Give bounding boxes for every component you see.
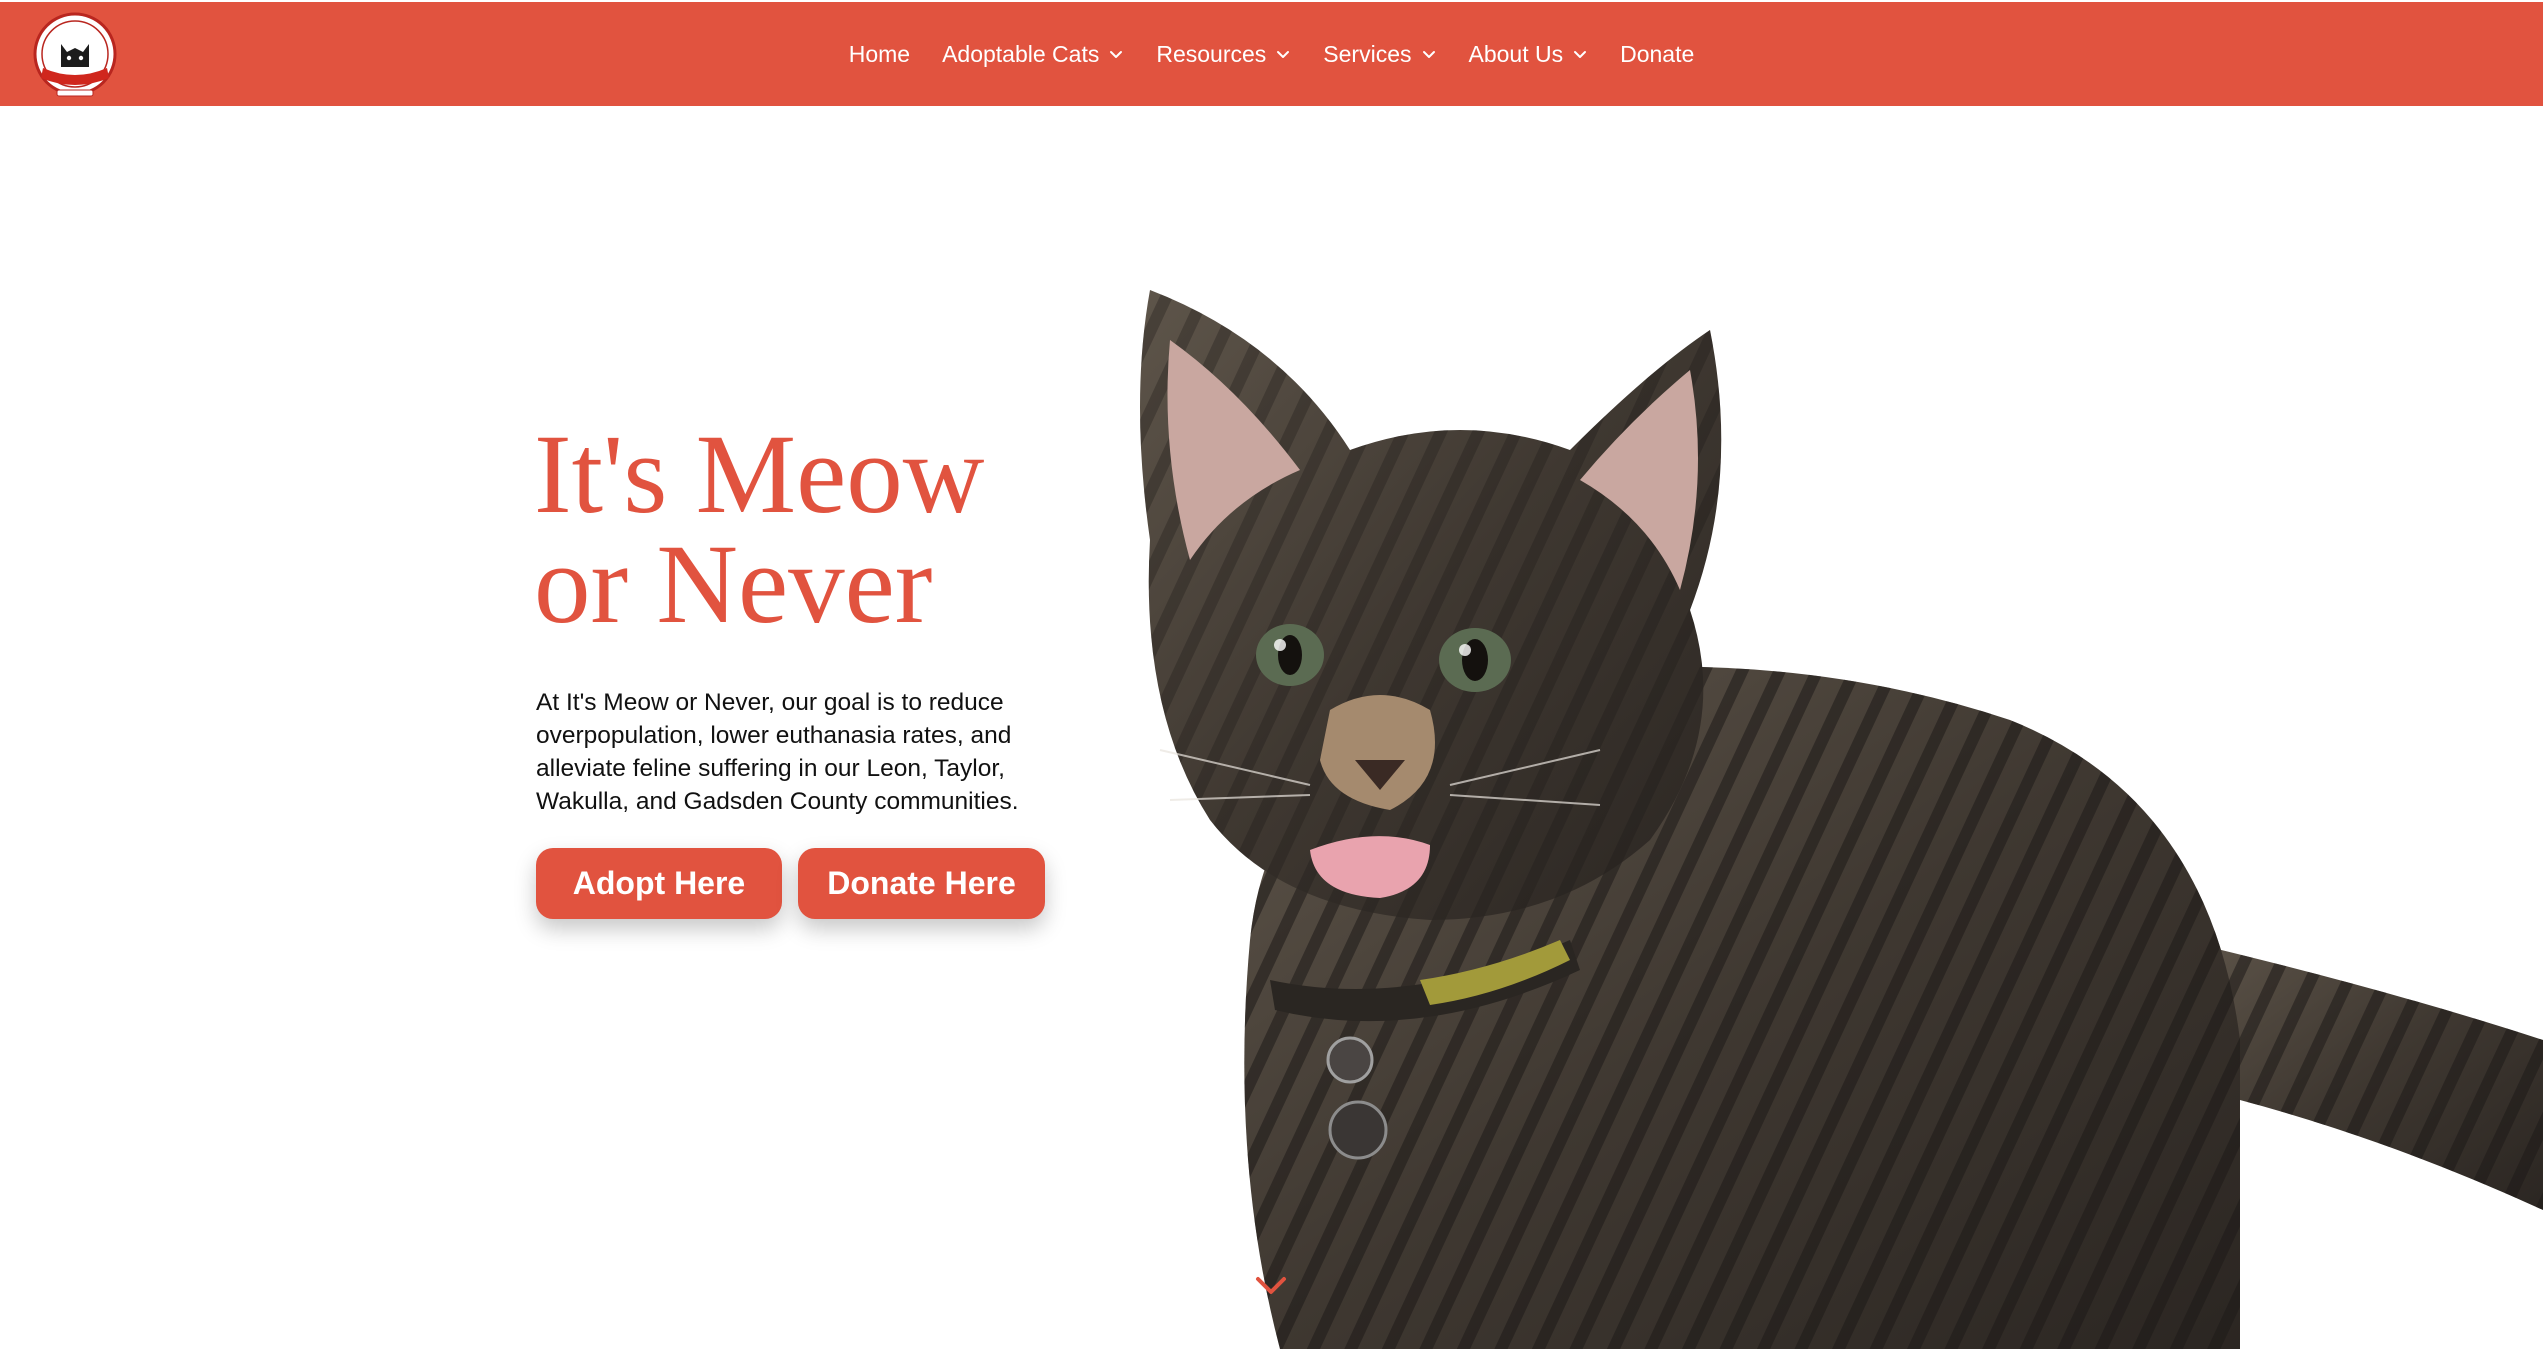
chevron-down-icon [1110,51,1123,58]
chevron-down-icon [1422,51,1435,58]
nav-services-label: Services [1323,40,1412,67]
nav-donate[interactable]: Donate [1620,41,1694,68]
donate-here-button[interactable]: Donate Here [798,848,1045,919]
adopt-here-button[interactable]: Adopt Here [536,848,782,919]
hero-title-line2: or Never [534,522,933,647]
nav-about-us[interactable]: About Us [1469,41,1589,68]
main-nav: Home Adoptable Cats Resources Services A… [0,2,2543,106]
nav-donate-label: Donate [1620,40,1695,67]
hero-description: At It's Meow or Never, our goal is to re… [536,689,1019,815]
nav-adoptable-cats-label: Adoptable Cats [942,40,1100,67]
nav-resources[interactable]: Resources [1156,41,1291,68]
nav-home-label: Home [848,40,911,67]
nav-about-us-label: About Us [1468,40,1564,67]
nav-adoptable-cats[interactable]: Adoptable Cats [942,41,1124,68]
nav-home[interactable]: Home [849,41,910,68]
hero-title-line1: It's Meow [534,412,985,537]
chevron-down-icon [1574,51,1587,58]
nav-resources-label: Resources [1156,40,1267,67]
site-header: Home Adoptable Cats Resources Services A… [0,2,2543,106]
tabby-kitten-image [1140,290,2543,1349]
hero-title: It's Meow or Never [534,412,1094,647]
nav-services[interactable]: Services [1323,41,1436,68]
chevron-down-icon [1277,51,1290,58]
chevron-down-icon[interactable] [1254,1273,1288,1297]
